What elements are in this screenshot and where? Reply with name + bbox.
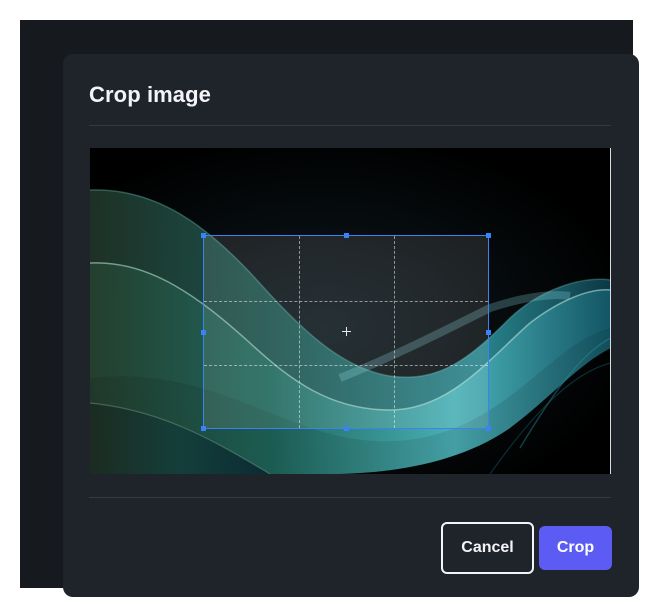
grid-line [299, 236, 300, 428]
crop-selection[interactable] [201, 233, 491, 431]
crop-dialog: Crop image Cancel Crop [63, 54, 639, 597]
crosshair-icon [342, 327, 351, 336]
crop-button[interactable]: Crop [539, 526, 612, 570]
grid-line [394, 236, 395, 428]
grid-line [204, 365, 488, 366]
crop-handle-top-left[interactable] [201, 233, 206, 238]
footer-divider [89, 497, 611, 498]
cancel-button[interactable]: Cancel [441, 522, 534, 574]
header-divider [89, 125, 611, 126]
crop-handle-bottom[interactable] [344, 426, 349, 431]
image-preview[interactable] [90, 148, 611, 474]
crop-handle-right[interactable] [486, 330, 491, 335]
modal-backdrop: Crop image Cancel Crop [20, 20, 639, 597]
dialog-title: Crop image [89, 82, 212, 107]
grid-line [204, 301, 488, 302]
crop-handle-top[interactable] [344, 233, 349, 238]
crop-handle-top-right[interactable] [486, 233, 491, 238]
crop-handle-bottom-left[interactable] [201, 426, 206, 431]
crop-handle-bottom-right[interactable] [486, 426, 491, 431]
crop-handle-left[interactable] [201, 330, 206, 335]
image-right-edge [610, 148, 611, 474]
